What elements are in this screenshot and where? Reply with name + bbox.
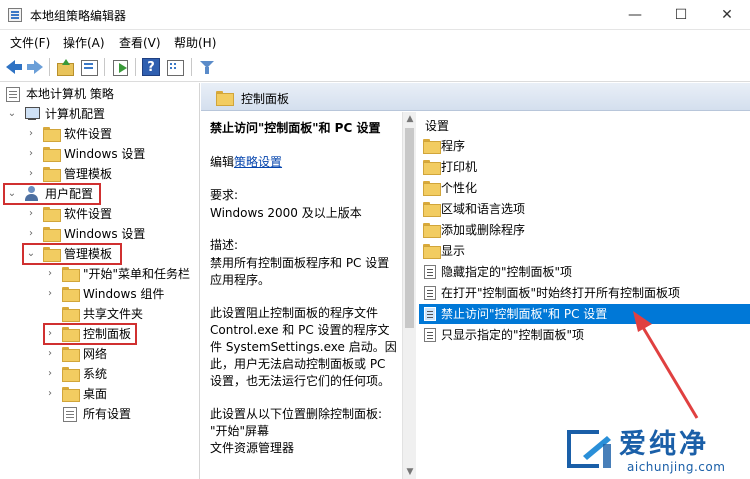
watermark: 爱纯净 aichunjing.com [555, 418, 750, 479]
arrow-shaft [639, 323, 699, 419]
watermark-text: 爱纯净 [619, 429, 709, 460]
annotation-arrow [633, 311, 699, 419]
watermark-url: aichunjing.com [627, 460, 726, 474]
arrow-head [633, 311, 652, 332]
watermark-logo-icon [567, 430, 611, 468]
